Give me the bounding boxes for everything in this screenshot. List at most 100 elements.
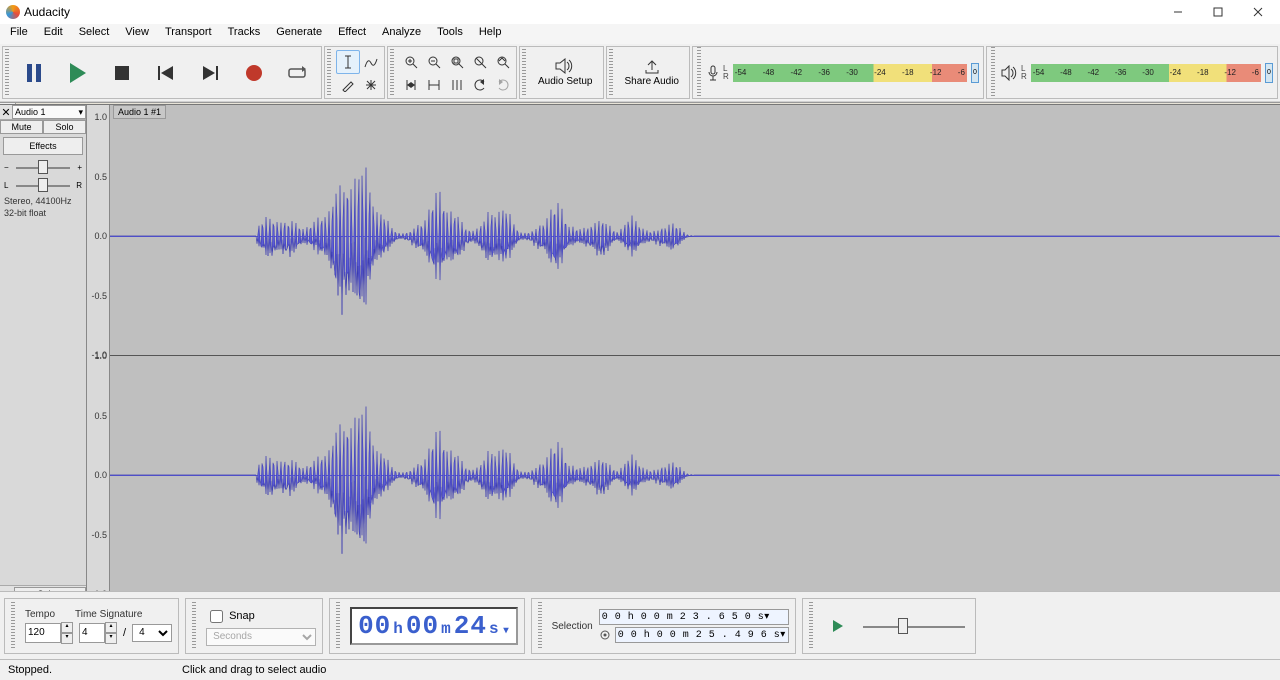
- audio-setup-button[interactable]: Audio Setup: [530, 50, 601, 96]
- zoom-in-button[interactable]: [399, 50, 423, 74]
- menu-view[interactable]: View: [117, 24, 157, 44]
- meter-peak-icon: 0: [971, 63, 979, 83]
- pan-r-label: R: [76, 181, 82, 190]
- skip-end-button[interactable]: [189, 52, 231, 94]
- menu-generate[interactable]: Generate: [268, 24, 330, 44]
- envelope-tool-button[interactable]: [359, 50, 383, 74]
- snap-units-select: Seconds: [206, 628, 316, 646]
- selection-end-input[interactable]: 0 0 h 0 0 m 2 5 . 4 9 6 s▾: [615, 627, 789, 643]
- menu-effect[interactable]: Effect: [330, 24, 374, 44]
- menu-transport[interactable]: Transport: [157, 24, 220, 44]
- menu-file[interactable]: File: [2, 24, 36, 44]
- tempo-label: Tempo: [25, 609, 55, 620]
- grip-icon[interactable]: [697, 47, 701, 98]
- snap-toolbar: Snap Seconds: [185, 598, 323, 654]
- gear-icon[interactable]: [599, 629, 611, 641]
- record-meter-bar[interactable]: -54-48-42-36-30-24-18-12-6: [733, 64, 967, 82]
- clip-title[interactable]: Audio 1 #1: [113, 105, 166, 119]
- fit-project-button[interactable]: [468, 50, 492, 74]
- chevron-down-icon[interactable]: ▾: [504, 625, 510, 637]
- menu-tools[interactable]: Tools: [429, 24, 471, 44]
- pause-button[interactable]: [13, 52, 55, 94]
- chevron-down-icon[interactable]: ▾: [780, 630, 786, 641]
- play-at-speed-button[interactable]: [823, 611, 853, 641]
- menu-tracks[interactable]: Tracks: [220, 24, 269, 44]
- meter-r-label: R: [1021, 73, 1027, 81]
- share-audio-button[interactable]: Share Audio: [617, 50, 688, 96]
- chevron-down-icon: ▾: [78, 107, 83, 118]
- track-format-label: Stereo, 44100Hz: [0, 194, 86, 208]
- sync-lock-button[interactable]: [445, 73, 469, 97]
- selection-start-input[interactable]: 0 0 h 0 0 m 2 3 . 6 5 0 s▾: [599, 609, 789, 625]
- grip-icon[interactable]: [609, 49, 613, 96]
- speaker-icon: [1001, 65, 1017, 81]
- pan-slider[interactable]: L R: [4, 178, 82, 192]
- transport-toolbar: [2, 46, 322, 99]
- playback-meter[interactable]: L R -54-48-42-36-30-24-18-12-6 0: [986, 46, 1278, 99]
- status-bar: Stopped. Click and drag to select audio: [0, 659, 1280, 680]
- selection-toolbar: Selection 0 0 h 0 0 m 2 3 . 6 5 0 s▾ 0 0…: [531, 598, 796, 654]
- zoom-toggle-button[interactable]: [491, 50, 515, 74]
- menu-edit[interactable]: Edit: [36, 24, 71, 44]
- undo-button[interactable]: [468, 73, 492, 97]
- menu-help[interactable]: Help: [471, 24, 510, 44]
- menu-select[interactable]: Select: [71, 24, 118, 44]
- silence-button[interactable]: [422, 73, 446, 97]
- effects-button[interactable]: Effects: [3, 137, 83, 155]
- fit-selection-button[interactable]: [445, 50, 469, 74]
- grip-icon[interactable]: [809, 602, 813, 650]
- redo-button[interactable]: [491, 73, 515, 97]
- record-button[interactable]: [233, 52, 275, 94]
- meter-r-label: R: [723, 73, 729, 81]
- minimize-button[interactable]: [1158, 0, 1198, 24]
- solo-button[interactable]: Solo: [43, 120, 86, 134]
- chevron-down-icon[interactable]: ▾: [764, 612, 770, 623]
- grip-icon[interactable]: [327, 49, 331, 96]
- timesig-num-input[interactable]: ▴▾: [79, 622, 117, 644]
- grip-icon[interactable]: [991, 47, 995, 98]
- time-display[interactable]: 00h 00m 24s ▾: [350, 607, 518, 645]
- app-logo-icon: [6, 5, 20, 19]
- audio-setup-label: Audio Setup: [538, 76, 593, 87]
- grip-icon[interactable]: [538, 602, 542, 650]
- timesig-den-select[interactable]: 4: [132, 624, 172, 642]
- track-close-button[interactable]: ✕: [0, 106, 12, 119]
- selection-label: Selection: [552, 621, 593, 632]
- menu-analyze[interactable]: Analyze: [374, 24, 429, 44]
- recording-meter[interactable]: L R -54-48-42-36-30-24-18-12-6 0: [692, 46, 984, 99]
- audio-setup-toolbar: Audio Setup: [519, 46, 604, 99]
- maximize-button[interactable]: [1198, 0, 1238, 24]
- gain-slider[interactable]: − +: [4, 160, 82, 174]
- selection-tool-button[interactable]: [336, 50, 360, 74]
- vertical-scale[interactable]: 1.00.50.0-0.5-1.01.00.50.0-0.5-1.0: [87, 105, 110, 600]
- app-title: Audacity: [24, 5, 70, 19]
- share-audio-label: Share Audio: [625, 76, 680, 87]
- waveform-area[interactable]: Audio 1 #1: [110, 105, 1280, 600]
- trim-button[interactable]: [399, 73, 423, 97]
- grip-icon[interactable]: [192, 602, 196, 650]
- loop-button[interactable]: [277, 52, 319, 94]
- playback-speed-slider[interactable]: [859, 619, 969, 633]
- grip-icon[interactable]: [5, 49, 9, 96]
- play-speed-toolbar: [802, 598, 976, 654]
- snap-checkbox[interactable]: Snap: [206, 607, 316, 626]
- tempo-input[interactable]: ▴▾: [25, 622, 73, 644]
- track-control-panel: ✕ Audio 1▾ Mute Solo Effects − + L R Ste…: [0, 105, 87, 600]
- grip-icon[interactable]: [11, 602, 15, 650]
- track-name-dropdown[interactable]: Audio 1▾: [12, 105, 86, 119]
- microphone-icon: [707, 65, 719, 81]
- mute-button[interactable]: Mute: [0, 120, 43, 134]
- play-meter-bar[interactable]: -54-48-42-36-30-24-18-12-6: [1031, 64, 1261, 82]
- close-button[interactable]: [1238, 0, 1278, 24]
- grip-icon[interactable]: [390, 49, 394, 96]
- draw-tool-button[interactable]: [336, 73, 360, 97]
- play-button[interactable]: [57, 52, 99, 94]
- track-bitdepth-label: 32-bit float: [0, 208, 86, 220]
- stop-button[interactable]: [101, 52, 143, 94]
- multi-tool-button[interactable]: [359, 73, 383, 97]
- zoom-out-button[interactable]: [422, 50, 446, 74]
- grip-icon[interactable]: [336, 602, 340, 650]
- upload-icon: [643, 58, 661, 74]
- skip-start-button[interactable]: [145, 52, 187, 94]
- grip-icon[interactable]: [522, 49, 526, 96]
